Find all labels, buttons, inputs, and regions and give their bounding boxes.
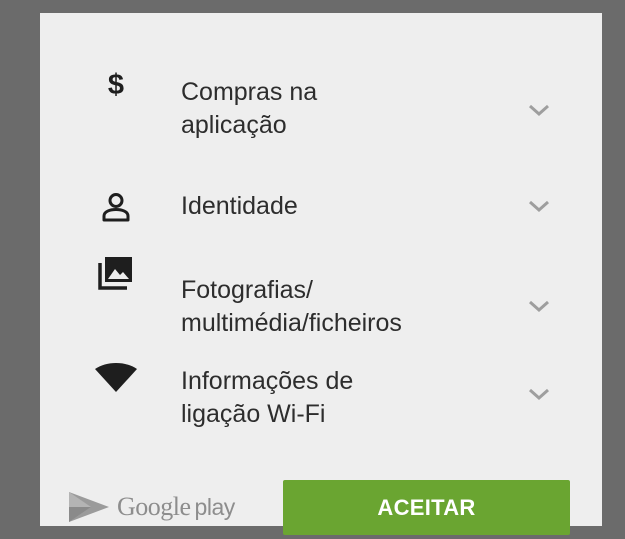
google-play-wordmark: Google play	[117, 492, 235, 521]
permission-label: Compras na aplicação	[181, 78, 318, 139]
chevron-down-icon[interactable]	[524, 100, 554, 120]
permissions-dialog: $ Compras na aplicação Identidade Fotogr…	[40, 13, 602, 535]
dollar-icon: $	[107, 68, 125, 101]
permission-label: Identidade	[181, 192, 298, 220]
play-store-icon	[69, 492, 109, 522]
accept-button[interactable]: ACEITAR	[283, 480, 570, 535]
chevron-down-icon[interactable]	[524, 196, 554, 216]
chevron-down-icon[interactable]	[524, 384, 554, 404]
google-play-logo: Google play	[67, 484, 235, 530]
wifi-icon	[80, 358, 152, 398]
chevron-down-icon[interactable]	[524, 296, 554, 316]
person-icon	[80, 187, 152, 227]
dialog-footer: Google play ACEITAR	[40, 467, 602, 535]
permission-label: Informações de ligação Wi-Fi	[181, 367, 354, 428]
permission-label: Fotografias/ multimédia/ficheiros	[181, 276, 402, 337]
photos-media-icon	[80, 253, 152, 293]
